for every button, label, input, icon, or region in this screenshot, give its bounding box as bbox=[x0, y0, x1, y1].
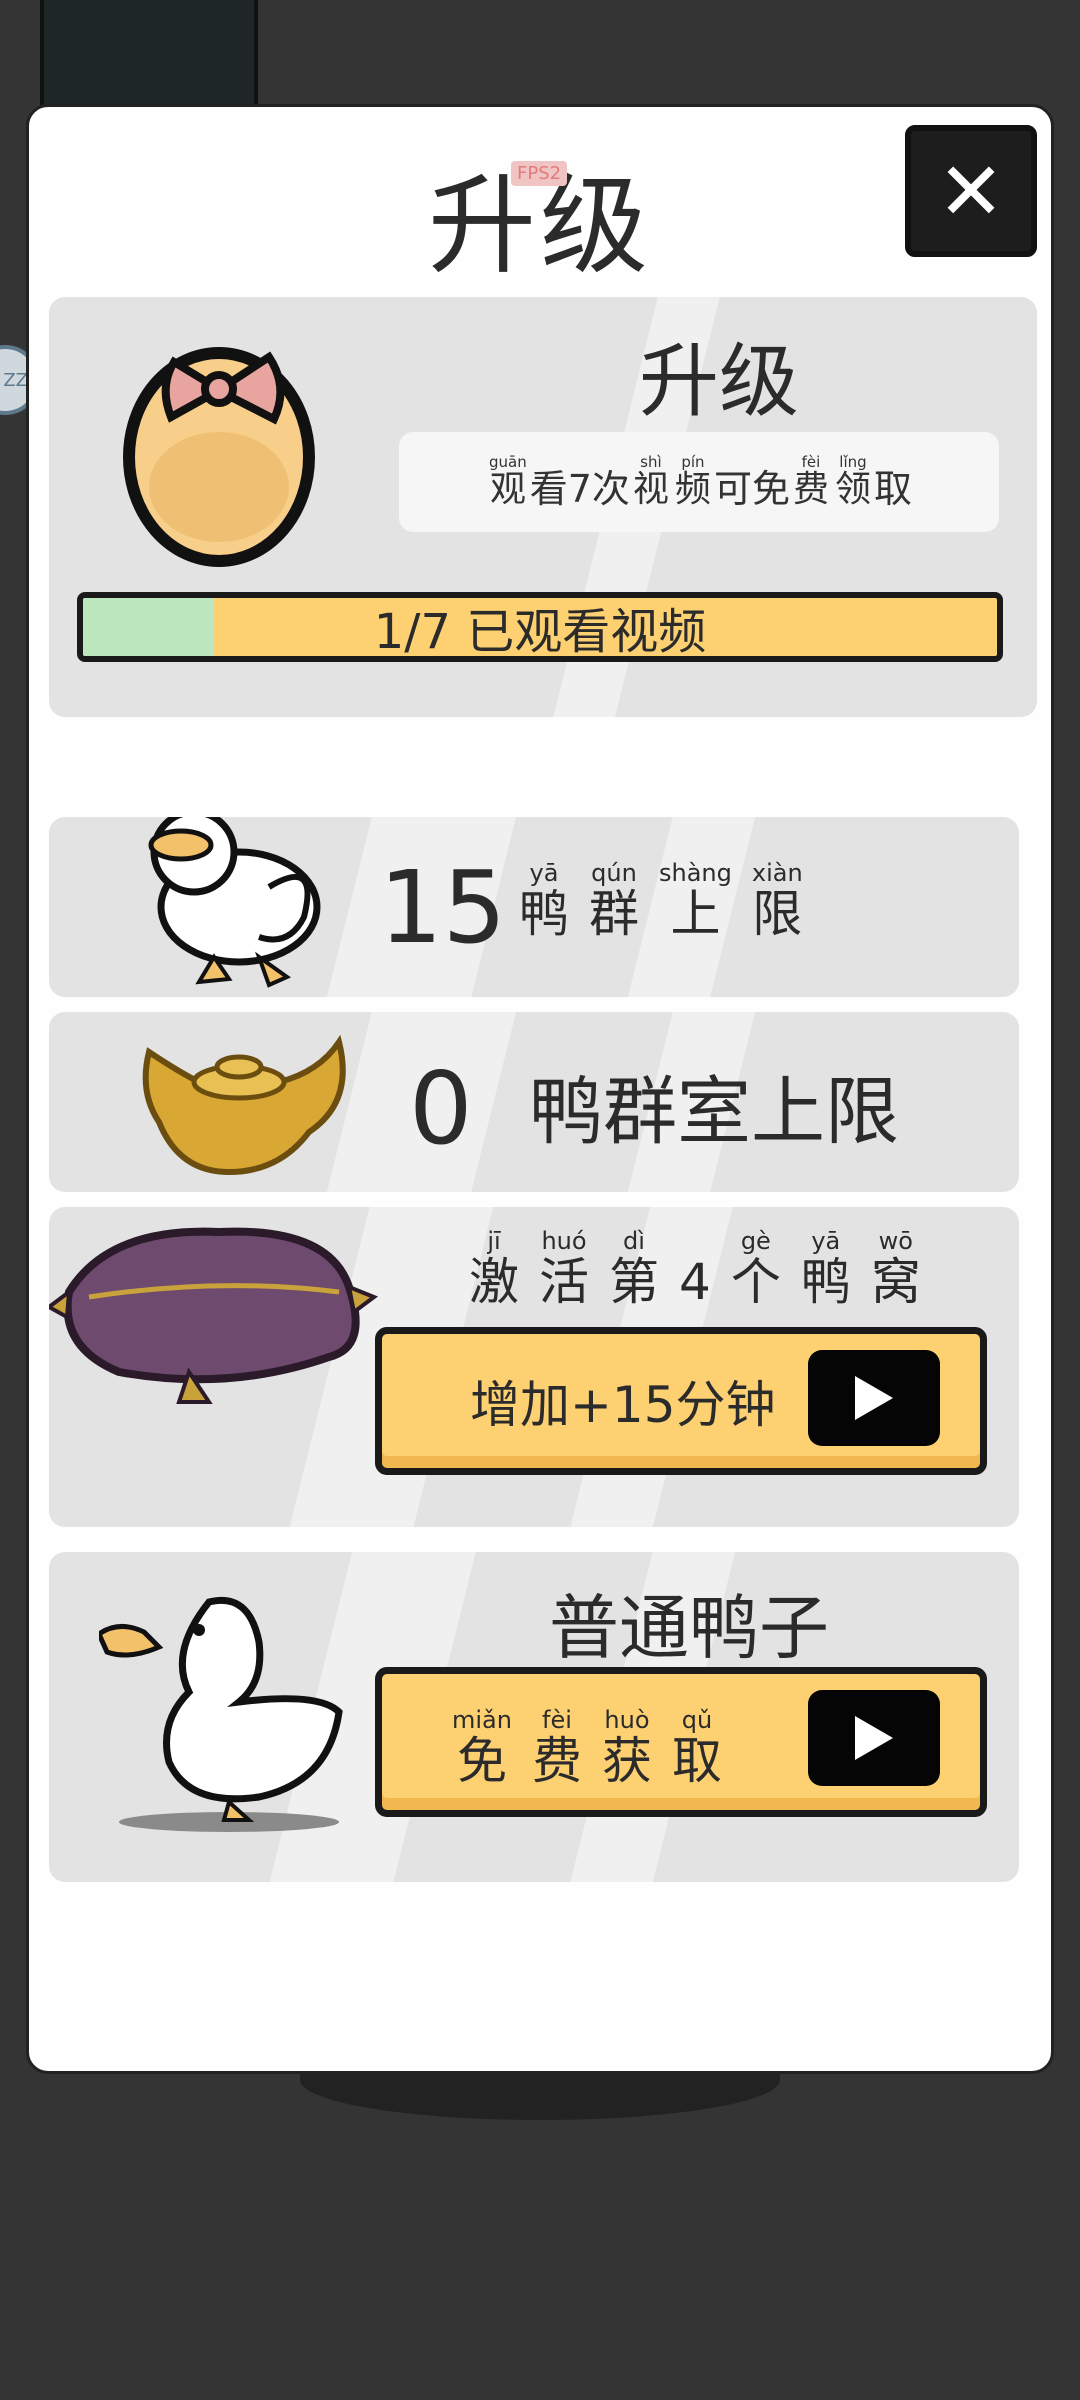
pinyin: pín bbox=[681, 453, 705, 471]
hanzi: 上 bbox=[670, 885, 721, 943]
pinyin: shàng bbox=[659, 859, 732, 887]
room-limit-value: 0 bbox=[409, 1050, 473, 1167]
hint-char: guān 观 bbox=[489, 454, 527, 510]
pinyin: qún bbox=[591, 859, 637, 887]
hint-text: 可免 bbox=[713, 467, 790, 511]
hanzi: 获 bbox=[601, 1732, 652, 1790]
nest-label-char: jī 激 bbox=[469, 1227, 519, 1309]
pinyin: miǎn bbox=[452, 1706, 512, 1734]
watch-hint: guān 观看7次 shì 视 pín 频可免 fèi 费 lǐng 领取 bbox=[399, 432, 999, 532]
pinyin: jī bbox=[487, 1227, 501, 1255]
pinyin: guān bbox=[488, 453, 527, 471]
pinyin: yā bbox=[529, 859, 559, 887]
pinyin: gè bbox=[740, 1227, 771, 1255]
pinyin: wō bbox=[878, 1227, 913, 1255]
pinyin: lǐng bbox=[839, 453, 867, 471]
free-label-char: miǎn 免 bbox=[452, 1706, 512, 1788]
hanzi: 观 bbox=[489, 469, 526, 510]
normal-duck-title: 普通鸭子 bbox=[549, 1587, 829, 1669]
flock-label-char: xiàn 限 bbox=[752, 859, 803, 941]
room-limit-card: 0 鸭群室上限 bbox=[49, 1012, 1019, 1192]
hanzi: 鸭 bbox=[800, 1253, 851, 1311]
hanzi: 激 bbox=[469, 1253, 519, 1311]
golden-teapot-icon bbox=[142, 1034, 346, 1176]
hanzi: 4 bbox=[679, 1253, 711, 1311]
pinyin: fèi bbox=[542, 1706, 572, 1734]
hint-char: lǐng 领 bbox=[835, 454, 871, 510]
free-get-button[interactable]: miǎn 免 fèi 费 huò 获 qǔ 取 bbox=[375, 1667, 987, 1817]
play-video-icon bbox=[808, 1690, 940, 1786]
hanzi: 限 bbox=[752, 885, 803, 943]
close-icon: ✕ bbox=[937, 144, 1005, 238]
hanzi: 窝 bbox=[870, 1253, 921, 1311]
nest-label-char: yā 鸭 bbox=[801, 1227, 851, 1309]
pinyin: fèi bbox=[801, 453, 821, 471]
pinyin: huò bbox=[604, 1706, 650, 1734]
pinyin: yā bbox=[811, 1227, 841, 1255]
flock-limit-label: yā 鸭 qún 群 shàng 上 xiàn 限 bbox=[509, 859, 813, 941]
free-label-char: huò 获 bbox=[602, 1706, 652, 1788]
pinyin: qǔ bbox=[681, 1706, 713, 1734]
progress-text: 1/7 已观看视频 bbox=[373, 604, 707, 660]
nest-label-char: huó 活 bbox=[539, 1227, 589, 1309]
close-button[interactable]: ✕ bbox=[905, 125, 1037, 257]
add-time-button[interactable]: 增加+15分钟 bbox=[375, 1327, 987, 1475]
side-badge-label: ZZ bbox=[3, 369, 28, 391]
hanzi: 领 bbox=[834, 469, 871, 510]
hint-char: fèi 费 bbox=[793, 454, 829, 510]
flock-label-char: qún 群 bbox=[589, 859, 639, 941]
upgrade-card-title: 升级 bbox=[639, 335, 799, 428]
nest-label-char: gè 个 bbox=[731, 1227, 781, 1309]
purple-cushion-icon bbox=[49, 1227, 379, 1404]
video-progress-bar: 1/7 已观看视频 bbox=[77, 592, 1003, 662]
hanzi: 取 bbox=[671, 1732, 722, 1790]
free-label-char: qǔ 取 bbox=[672, 1706, 722, 1788]
pinyin: xiàn bbox=[751, 859, 803, 887]
nest-card: jī 激 huó 活 dì 第 4 gè 个 yā 鸭 wō 窝 增加+15分钟 bbox=[49, 1207, 1019, 1527]
egg-icon bbox=[123, 347, 315, 567]
hanzi: 费 bbox=[792, 469, 829, 510]
pinyin bbox=[691, 1227, 699, 1255]
hint-text: 看7次 bbox=[529, 467, 630, 511]
duck-running-icon bbox=[148, 817, 321, 988]
pinyin: huó bbox=[541, 1227, 587, 1255]
flock-label-char: yā 鸭 bbox=[519, 859, 569, 941]
hanzi: 鸭 bbox=[519, 885, 569, 943]
hanzi: 活 bbox=[539, 1253, 589, 1311]
white-duck-icon bbox=[99, 1596, 343, 1832]
nest-label-char: 4 bbox=[679, 1227, 711, 1309]
hanzi: 费 bbox=[531, 1732, 582, 1790]
nest-label-char: wō 窝 bbox=[871, 1227, 921, 1309]
add-time-label: 增加+15分钟 bbox=[470, 1376, 776, 1434]
activate-nest-label: jī 激 huó 活 dì 第 4 gè 个 yā 鸭 wō 窝 bbox=[459, 1227, 931, 1309]
hanzi: 频 bbox=[674, 469, 711, 510]
normal-duck-card: 普通鸭子 miǎn 免 fèi 费 huò 获 qǔ 取 bbox=[49, 1552, 1019, 1882]
pinyin: shì bbox=[640, 453, 662, 471]
room-limit-label: 鸭群室上限 bbox=[529, 1069, 899, 1155]
hint-char: pín 频 bbox=[675, 454, 711, 510]
free-get-label: miǎn 免 fèi 费 huò 获 qǔ 取 bbox=[442, 1706, 732, 1788]
pinyin: dì bbox=[623, 1227, 645, 1255]
flock-limit-value: 15 bbox=[379, 849, 507, 966]
hint-text: 取 bbox=[873, 467, 912, 511]
upgrade-modal: 升级 FPS2 ✕ 升级 guān 观看7次 shì 视 pín 频可免 fèi 费 lǐng 领… bbox=[26, 104, 1054, 2074]
hint-char: shì 视 bbox=[633, 454, 669, 510]
hanzi: 个 bbox=[730, 1253, 781, 1311]
nest-label-char: dì 第 bbox=[609, 1227, 659, 1309]
fps-counter: FPS2 bbox=[511, 161, 568, 186]
flock-label-char: shàng 上 bbox=[659, 859, 732, 941]
hanzi: 视 bbox=[632, 469, 669, 510]
flock-limit-card: 15 yā 鸭 qún 群 shàng 上 xiàn 限 bbox=[49, 817, 1019, 997]
free-label-char: fèi 费 bbox=[532, 1706, 582, 1788]
hanzi: 群 bbox=[589, 885, 639, 943]
hanzi: 第 bbox=[609, 1253, 659, 1311]
hanzi: 免 bbox=[456, 1732, 507, 1790]
play-video-icon bbox=[808, 1350, 940, 1446]
upgrade-card: 升级 guān 观看7次 shì 视 pín 频可免 fèi 费 lǐng 领取 1/7 已观看视… bbox=[49, 297, 1037, 717]
